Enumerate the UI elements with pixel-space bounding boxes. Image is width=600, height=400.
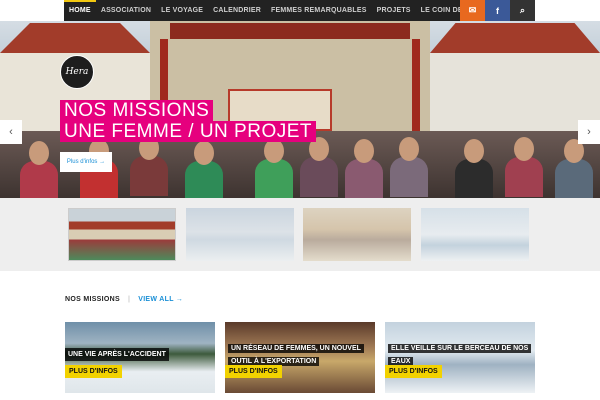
thumbnail-snowy-palace[interactable] [186,208,294,261]
nav-item-association[interactable]: ASSOCIATION [96,0,156,21]
hero-slider: Hera NOS MISSIONS UNE FEMME / UN PROJET … [0,21,600,198]
thumbnail-group-photo[interactable] [68,208,176,261]
slider-next-arrow-icon[interactable]: › [578,120,600,144]
slider-thumbnails [0,198,600,271]
missions-section-title: NOS MISSIONS [65,296,120,303]
nav-item-le-voyage[interactable]: LE VOYAGE [156,0,208,21]
mission-card[interactable]: UNE VIE APRÈS L'ACCIDENT PLUS D'INFOS [65,322,215,393]
mission-card-title-text: UN RÉSEAU DE FEMMES, UN NOUVEL OUTIL À L… [228,344,364,366]
facebook-icon[interactable]: f [485,0,510,21]
mission-card-more-button[interactable]: PLUS D'INFOS [385,365,442,378]
hero-title-line2: UNE FEMME / UN PROJET [60,121,317,142]
mission-card-more-button[interactable]: PLUS D'INFOS [225,365,282,378]
site-logo[interactable]: Hera [60,55,94,89]
nav-item-home[interactable]: HOME [64,0,96,21]
search-icon[interactable]: ⌕ [510,0,535,21]
mission-card-title: UNE VIE APRÈS L'ACCIDENT [65,348,169,361]
hero-title-line1: NOS MISSIONS [60,100,214,121]
nav-item-femmes-remarquables[interactable]: FEMMES REMARQUABLES [266,0,372,21]
view-all-link[interactable]: VIEW ALL → [138,296,183,303]
social-icons: ✉ f ⌕ [460,0,535,21]
mission-card[interactable]: ELLE VEILLE SUR LE BERCEAU DE NOS EAUX P… [385,322,535,393]
mail-icon[interactable]: ✉ [460,0,485,21]
mission-card-title-text: ELLE VEILLE SUR LE BERCEAU DE NOS EAUX [388,344,532,366]
thumbnail-pavilion[interactable] [303,208,411,261]
mission-card-more-button[interactable]: PLUS D'INFOS [65,365,122,378]
mission-card[interactable]: UN RÉSEAU DE FEMMES, UN NOUVEL OUTIL À L… [225,322,375,393]
thumbnail-frozen-lake[interactable] [421,208,529,261]
nav-item-calendrier[interactable]: CALENDRIER [208,0,266,21]
slider-prev-arrow-icon[interactable]: ‹ [0,120,22,144]
section-separator: | [127,296,131,303]
top-bar: HOME ASSOCIATION LE VOYAGE CALENDRIER FE… [0,0,600,21]
missions-section-header: NOS MISSIONS | VIEW ALL → [65,296,183,303]
nav-item-projets[interactable]: PROJETS [372,0,416,21]
hero-building-sign [170,23,410,39]
hero-more-info-button[interactable]: Plus d'infos → [60,152,112,172]
hero-roof-right [430,23,600,53]
